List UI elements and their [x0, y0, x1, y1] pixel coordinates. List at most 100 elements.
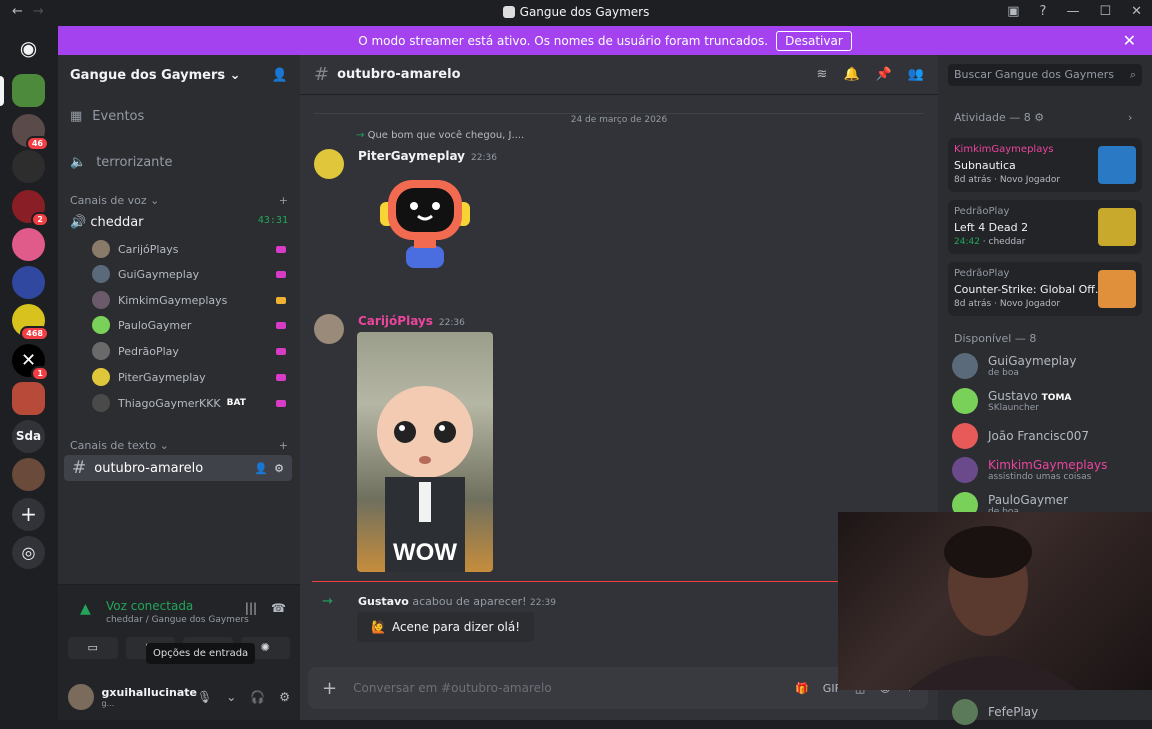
avatar[interactable]: [314, 314, 344, 344]
pin-icon[interactable]: 📌: [876, 67, 892, 82]
chevron-right-icon[interactable]: ›: [1128, 111, 1132, 124]
boss-baby-picture: WOW: [377, 386, 473, 572]
avatar[interactable]: [68, 684, 94, 710]
disable-streamer-button[interactable]: Desativar: [776, 30, 852, 51]
activity-header: Atividade — 8 ⚙: [954, 111, 1045, 124]
close-banner-icon[interactable]: ✕: [1123, 31, 1136, 50]
chevron-down-icon: ⌄: [229, 67, 241, 83]
member-item[interactable]: João Francisc007: [952, 419, 1089, 453]
disconnect-icon[interactable]: ☎: [271, 601, 286, 615]
add-server-icon[interactable]: +: [12, 498, 45, 531]
voice-user[interactable]: GuiGaymeplay: [92, 262, 286, 286]
avatar: [952, 388, 978, 414]
member-name: João Francisc007: [988, 429, 1089, 443]
message-composer[interactable]: + Conversar em #outubro-amarelo 🎁 GIF ◫ …: [308, 667, 928, 709]
voice-user[interactable]: PiterGaymeplay: [92, 365, 286, 389]
input-options-icon[interactable]: ⌄: [226, 690, 236, 704]
voice-user-name: GuiGaymeplay: [118, 267, 200, 281]
stage-channel[interactable]: 🔈 terrorizante: [70, 155, 173, 170]
discord-home-icon[interactable]: ◉: [12, 32, 45, 65]
message-author[interactable]: CarijóPlays 22:36: [358, 314, 465, 328]
gif-caption: WOW: [393, 539, 457, 566]
text-category-label: Canais de texto: [70, 439, 157, 452]
server-icon-7[interactable]: 468: [12, 304, 49, 341]
date-divider-text: 24 de março de 2026: [564, 115, 674, 125]
headphones-icon[interactable]: 🎧: [250, 690, 265, 704]
invite-icon[interactable]: 👤: [254, 462, 268, 475]
user-name[interactable]: gxuihallucinate: [102, 686, 197, 699]
wave-button[interactable]: 🙋 Acene para dizer olá!: [357, 612, 535, 642]
avatar[interactable]: [314, 149, 344, 179]
voice-user-name: PedrãoPlay: [118, 344, 179, 358]
server-folder[interactable]: [12, 382, 45, 415]
member-item[interactable]: GuiGaymeplay de boa: [952, 349, 1076, 383]
activity-card[interactable]: PedrãoPlay Left 4 Dead 2 24:42 · cheddar: [948, 200, 1142, 254]
add-channel-icon[interactable]: +: [279, 439, 288, 452]
avatar: [952, 353, 978, 379]
camera-button[interactable]: ▭: [68, 637, 118, 659]
discover-icon[interactable]: ◎: [12, 536, 45, 569]
server-gangue-dos-gaymers[interactable]: [0, 74, 45, 107]
noise-suppression-icon[interactable]: |||: [245, 601, 257, 615]
settings-gear-icon[interactable]: ⚙: [279, 690, 290, 704]
reply-preview[interactable]: → Que bom que você chegou, J....: [356, 130, 524, 141]
maximize-icon[interactable]: ☐: [1099, 4, 1111, 19]
server-icon-6[interactable]: [12, 266, 45, 299]
server-icon-4[interactable]: 2: [12, 190, 49, 227]
text-category[interactable]: Canais de texto ⌄ +: [70, 439, 288, 452]
activity-header-text: Atividade — 8: [954, 111, 1031, 124]
server-icon-2[interactable]: 46: [12, 114, 49, 151]
text-channel-selected[interactable]: # outubro-amarelo 👤 ⚙: [64, 455, 292, 481]
notification-bell-icon[interactable]: 🔔: [843, 67, 859, 82]
add-channel-icon[interactable]: +: [279, 194, 288, 207]
voice-user[interactable]: PauloGaymer: [92, 313, 286, 337]
server-icon-5[interactable]: [12, 228, 45, 261]
activity-card[interactable]: KimkimGaymeplays Subnautica 8d atrás · N…: [948, 138, 1142, 192]
voice-user[interactable]: CarijóPlays: [92, 237, 286, 261]
gear-icon[interactable]: ⚙: [274, 462, 284, 475]
voice-user[interactable]: KimkimGaymeplays: [92, 288, 286, 312]
webcam-overlay: [838, 512, 1152, 690]
activity-card[interactable]: PedrãoPlay Counter-Strike: Global Off...…: [948, 262, 1142, 316]
message-author[interactable]: PiterGaymeplay 22:36: [358, 149, 497, 163]
search-input[interactable]: Buscar Gangue dos Gaymers ⌕: [948, 64, 1142, 86]
server-icon-3[interactable]: [12, 150, 45, 183]
voice-user-name: KimkimGaymeplays: [118, 293, 228, 307]
signal-icon: ▲: [80, 601, 91, 617]
avatar: [952, 423, 978, 449]
voice-channel[interactable]: 🔊 cheddar 43:31: [70, 215, 288, 230]
minimize-icon[interactable]: —: [1066, 4, 1079, 19]
microphone-icon[interactable]: 🎙: [197, 690, 212, 704]
voice-user-name: PauloGaymer: [118, 318, 192, 332]
invite-icon[interactable]: 👤: [272, 68, 288, 83]
gif-image[interactable]: WOW: [357, 332, 493, 572]
gift-icon[interactable]: 🎁: [795, 682, 809, 695]
activity-time: 8d atrás: [954, 175, 992, 185]
attach-plus-icon[interactable]: +: [322, 678, 337, 699]
window-title-text: Gangue dos Gaymers: [519, 5, 650, 19]
events-item[interactable]: ▦ Eventos: [70, 109, 144, 124]
server-icon-10[interactable]: [12, 458, 45, 491]
voice-user[interactable]: PedrãoPlay: [92, 339, 286, 363]
channel-sidebar: Gangue dos Gaymers ⌄ 👤 ▦ Eventos 🔈 terrori…: [58, 55, 300, 720]
author-name: PiterGaymeplay: [358, 149, 465, 163]
voice-user[interactable]: ThiagoGaymerKKK BAT: [92, 391, 286, 415]
threads-icon[interactable]: ≋: [817, 67, 828, 82]
member-item[interactable]: FefePlay: [952, 695, 1038, 729]
server-sda[interactable]: Sda: [12, 420, 45, 453]
member-item[interactable]: KimkimGaymeplays assistindo umas coisas: [952, 453, 1107, 487]
stream-icon: [276, 399, 286, 407]
mention-badge: 2: [31, 212, 49, 227]
voice-status-title[interactable]: Voz conectada: [106, 599, 193, 613]
member-item[interactable]: Gustavo TOMA SKlauncher: [952, 384, 1072, 418]
game-thumbnail: [1098, 146, 1136, 184]
input-options-tooltip: Opções de entrada: [146, 643, 256, 664]
inbox-icon[interactable]: ▣: [1007, 4, 1019, 19]
member-list-icon[interactable]: 👥: [908, 67, 924, 82]
x-server-icon[interactable]: ✕ 1: [12, 344, 49, 381]
help-icon[interactable]: ?: [1040, 4, 1047, 19]
server-header[interactable]: Gangue dos Gaymers ⌄ 👤: [58, 55, 300, 95]
join-user[interactable]: Gustavo: [358, 595, 409, 608]
voice-category[interactable]: Canais de voz ⌄ +: [70, 194, 288, 207]
close-window-icon[interactable]: ✕: [1131, 4, 1142, 19]
